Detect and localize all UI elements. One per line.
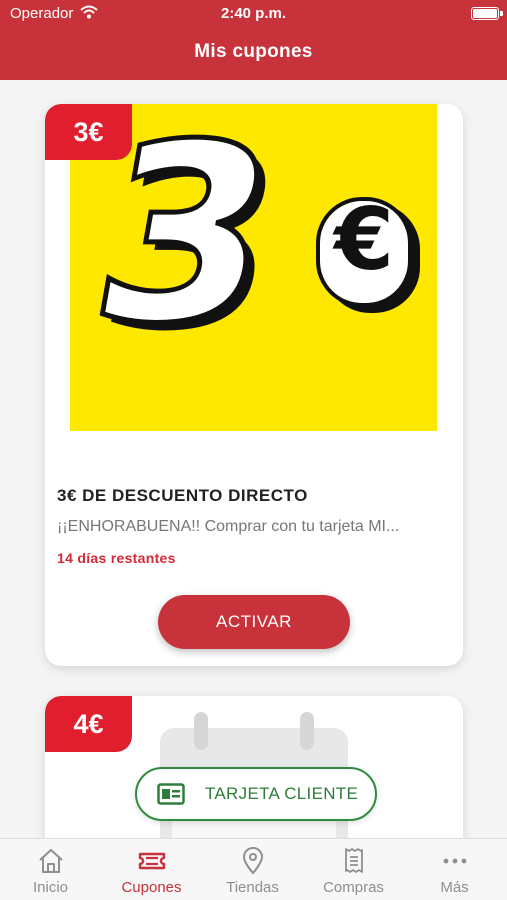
battery-icon [471,7,503,20]
tab-label: Cupones [121,879,182,896]
activate-button[interactable]: ACTIVAR [158,595,350,649]
location-pin-icon [242,847,264,875]
id-card-icon [157,783,185,810]
customer-card-button[interactable]: TARJETA CLIENTE [135,767,377,821]
tab-cupones[interactable]: Cupones [101,839,202,900]
home-icon [39,849,63,873]
coupon-card[interactable]: 3€ 3 € 3€ DE DESCUENTO DIRECTO ¡¡ENHORAB… [45,104,463,666]
tab-tiendas[interactable]: Tiendas [202,839,303,900]
coupon-description: ¡¡ENHORABUENA!! Comprar con tu tarjeta M… [57,518,400,535]
tab-mas[interactable]: Más [404,839,505,900]
tab-compras[interactable]: Compras [303,839,404,900]
tab-inicio[interactable]: Inicio [0,839,101,900]
coupon-image-currency: € [334,190,394,290]
tab-label: Compras [323,879,384,896]
tab-label: Inicio [32,879,69,896]
status-bar: Operador 2:40 p.m. [0,0,507,28]
coupon-list[interactable]: 3€ 3 € 3€ DE DESCUENTO DIRECTO ¡¡ENHORAB… [0,80,507,838]
nav-bar: Mis cupones [0,28,507,80]
more-dots-icon [443,858,467,864]
tab-bar: Inicio Cupones Tiendas Compras Más [0,838,507,900]
receipt-icon [345,848,363,873]
coupon-title: 3€ DE DESCUENTO DIRECTO [57,486,308,505]
coupon-badge: 3€ [45,104,132,160]
customer-card-label: TARJETA CLIENTE [205,784,359,803]
page-title: Mis cupones [194,41,313,62]
coupon-badge: 4€ [45,696,132,752]
status-time: 2:40 p.m. [220,5,287,22]
tab-label: Tiendas [226,879,279,896]
tab-label: Más [440,879,469,896]
coupon-days-remaining: 14 días restantes [57,550,176,566]
ticket-icon [138,852,166,870]
